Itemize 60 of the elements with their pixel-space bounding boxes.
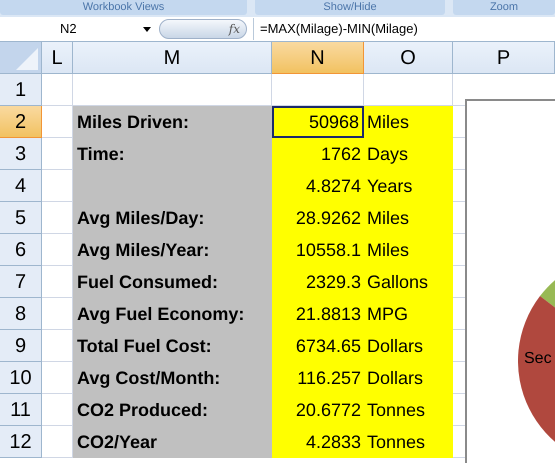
function-button[interactable]: fx [228,20,240,38]
row-header[interactable]: 5 [0,202,42,234]
formula-field[interactable]: =MAX(Milage)-MIN(Milage) [253,18,555,40]
table-cell: Gallons [364,266,453,298]
table-cell: 28.9262 [272,202,364,234]
table-cell: Fuel Consumed: [73,266,272,298]
table-cell: Tonnes [364,394,453,426]
table-cell: Years [364,170,453,202]
table-cell: Avg Miles/Day: [73,202,272,234]
table-cell: Miles Driven: [73,106,272,138]
table-cell: 116.257 [272,362,364,394]
corner-triangle-icon [16,48,38,70]
table-cell: Total Fuel Cost: [73,330,272,362]
row-header[interactable]: 8 [0,298,42,330]
column-header[interactable]: L [42,42,73,74]
table-cell: Time: [73,138,272,170]
row-header[interactable]: 3 [0,138,42,170]
table-cell: 20.6772 [272,394,364,426]
table-cell: Avg Miles/Year: [73,234,272,266]
table-cell: CO2/Year [73,426,272,458]
select-all-corner[interactable] [0,42,42,74]
table-cell: Dollars [364,330,453,362]
table-cell: 1762 [272,138,364,170]
row-header[interactable]: 12 [0,426,42,458]
column-header[interactable]: M [73,42,272,74]
table-cell: Dollars [364,362,453,394]
table-cell: Tonnes [364,426,453,458]
table-cell: Miles [364,106,453,138]
table-cell: Avg Cost/Month: [73,362,272,394]
row-header[interactable]: 1 [0,74,42,106]
column-header[interactable]: P [453,42,555,74]
table-cell: Miles [364,202,453,234]
chart-area[interactable]: Sec [465,99,555,463]
name-box[interactable]: N2 [0,18,155,40]
table-cell: Days [364,138,453,170]
table-cell: 21.8813 [272,298,364,330]
column-header[interactable]: N [272,42,364,74]
table-cell: 50968 [272,106,364,138]
row-header[interactable]: 7 [0,266,42,298]
ribbon-group-label: Zoom [453,0,555,15]
table-cell: Miles [364,234,453,266]
row-header[interactable]: 4 [0,170,42,202]
dropdown-caret-icon [143,26,151,32]
table-cell: 6734.65 [272,330,364,362]
table-cell: 2329.3 [272,266,364,298]
table-cell: 4.2833 [272,426,364,458]
row-header[interactable]: 10 [0,362,42,394]
ribbon-group-label: Show/Hide [255,0,445,15]
table-cell: MPG [364,298,453,330]
row-header[interactable]: 6 [0,234,42,266]
table-cell: 4.8274 [272,170,364,202]
row-header[interactable]: 11 [0,394,42,426]
ribbon-group-label: Workbook Views [0,0,247,15]
row-header[interactable]: 2 [0,106,42,138]
slice-label: Sec [524,349,552,369]
table-cell: Avg Fuel Economy: [73,298,272,330]
table-cell: 10558.1 [272,234,364,266]
column-header[interactable]: O [364,42,453,74]
row-header[interactable]: 9 [0,330,42,362]
table-cell: CO2 Produced: [73,394,272,426]
